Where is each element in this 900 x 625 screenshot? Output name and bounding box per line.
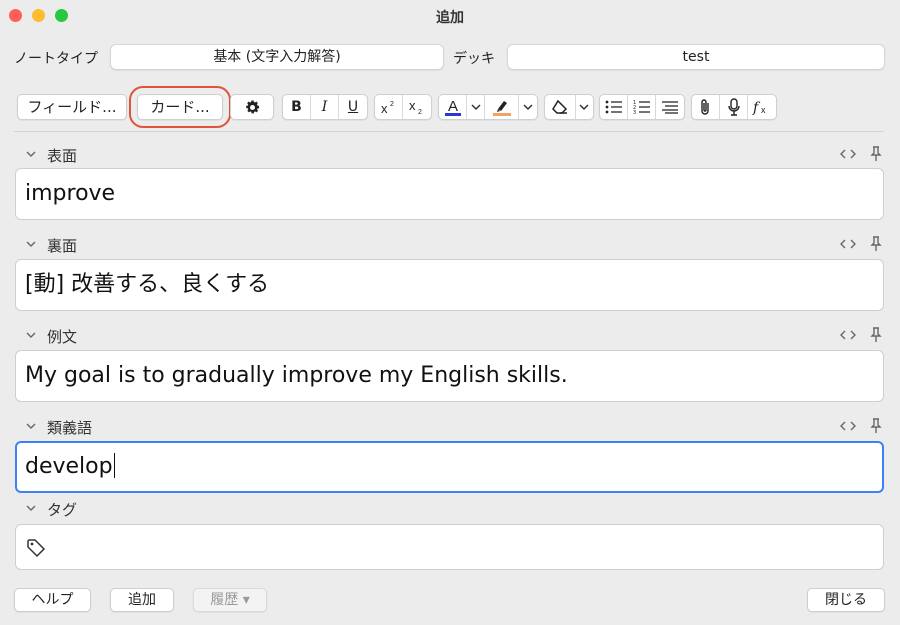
text-caret	[113, 453, 116, 478]
svg-text:f: f	[752, 100, 761, 115]
field-header: 類義語	[24, 417, 884, 437]
highlight-dropdown[interactable]	[519, 95, 537, 119]
svg-text:x: x	[761, 105, 766, 115]
close-button[interactable]: 閉じる	[807, 588, 885, 612]
subscript-icon: x2	[409, 99, 422, 115]
history-button[interactable]: 履歴 ▾	[193, 588, 267, 612]
underline-button[interactable]: U	[339, 95, 367, 119]
text-color-dropdown[interactable]	[467, 95, 485, 119]
add-button[interactable]: 追加	[110, 588, 174, 612]
color-group: A	[438, 94, 538, 120]
field-name: 例文	[47, 328, 78, 346]
align-icon	[662, 101, 678, 114]
bold-button[interactable]: B	[283, 95, 311, 119]
align-button[interactable]	[656, 95, 684, 119]
tag-editor[interactable]	[15, 524, 884, 570]
collapse-chevron-icon[interactable]	[24, 235, 38, 253]
pin-icon[interactable]	[870, 146, 882, 162]
field-actions	[840, 326, 884, 344]
field-editor[interactable]: improve	[15, 168, 884, 220]
svg-text:x: x	[381, 101, 388, 114]
field-name: 裏面	[47, 237, 78, 255]
field-editor-focused[interactable]: develop	[15, 441, 884, 493]
list-group: 123	[599, 94, 685, 120]
window-title: 追加	[436, 10, 464, 26]
eraser-group	[544, 94, 594, 120]
deck-selector[interactable]: test	[507, 44, 885, 70]
deck-label: デッキ	[453, 51, 495, 67]
eraser-dropdown[interactable]	[576, 95, 593, 119]
html-editor-icon[interactable]	[840, 419, 856, 433]
math-button[interactable]: fx	[748, 95, 776, 119]
cards-button-highlight	[129, 86, 231, 128]
html-editor-icon[interactable]	[840, 147, 856, 161]
title-bar: 追加	[0, 0, 900, 32]
pin-icon[interactable]	[870, 236, 882, 252]
superscript-icon: x2	[381, 101, 394, 114]
highlight-button[interactable]	[485, 95, 519, 119]
fields-button[interactable]: フィールド...	[17, 94, 127, 120]
field-editor[interactable]: [動] 改善する、良くする	[15, 259, 884, 311]
numbered-list-button[interactable]: 123	[628, 95, 656, 119]
field-header: 例文	[24, 326, 884, 346]
chevron-down-icon	[523, 104, 533, 111]
superscript-button[interactable]: x2	[375, 95, 404, 119]
attach-button[interactable]	[692, 95, 720, 119]
collapse-chevron-icon[interactable]	[24, 145, 38, 163]
field-actions	[840, 417, 884, 435]
field-name: 類義語	[47, 419, 93, 437]
pin-icon[interactable]	[870, 418, 882, 434]
microphone-icon	[727, 98, 740, 116]
tags-header: タグ	[24, 499, 224, 519]
help-button[interactable]: ヘルプ	[14, 588, 91, 612]
field-editor[interactable]: My goal is to gradually improve my Engli…	[15, 350, 884, 402]
italic-button[interactable]: I	[311, 95, 339, 119]
notetype-selector[interactable]: 基本 (文字入力解答)	[110, 44, 444, 70]
html-editor-icon[interactable]	[840, 328, 856, 342]
toolbar-separator	[14, 131, 884, 132]
collapse-chevron-icon[interactable]	[24, 499, 38, 517]
svg-text:2: 2	[390, 101, 394, 108]
bullet-list-icon	[605, 100, 622, 114]
collapse-chevron-icon[interactable]	[24, 326, 38, 344]
text-color-icon: A	[444, 98, 461, 116]
script-group: x2 x2	[374, 94, 432, 120]
collapse-chevron-icon[interactable]	[24, 417, 38, 435]
gear-icon	[231, 95, 273, 119]
options-button[interactable]	[230, 94, 274, 120]
notetype-label: ノートタイプ	[14, 51, 98, 67]
add-note-window: 追加 ノートタイプ 基本 (文字入力解答) デッキ test フィールド... …	[0, 0, 900, 625]
tags-label: タグ	[47, 501, 78, 519]
chevron-down-icon	[579, 104, 589, 111]
field-actions	[840, 235, 884, 253]
field-actions	[840, 145, 884, 163]
function-icon: fx	[752, 100, 766, 115]
paperclip-icon	[700, 99, 709, 115]
record-audio-button[interactable]	[720, 95, 748, 119]
eraser-icon	[551, 99, 567, 114]
field-header: 裏面	[24, 235, 884, 255]
text-color-button[interactable]: A	[439, 95, 467, 119]
svg-text:x: x	[409, 99, 416, 113]
svg-text:2: 2	[418, 109, 422, 115]
clear-format-button[interactable]	[545, 95, 576, 119]
field-header: 表面	[24, 145, 884, 165]
field-text: develop	[25, 454, 113, 479]
html-editor-icon[interactable]	[840, 237, 856, 251]
field-name: 表面	[47, 147, 78, 165]
format-group: B I U	[282, 94, 368, 120]
tag-icon	[27, 539, 46, 558]
pin-icon[interactable]	[870, 327, 882, 343]
svg-text:A: A	[448, 98, 458, 115]
numbered-list-icon: 123	[633, 100, 650, 114]
highlight-icon	[492, 101, 511, 116]
subscript-button[interactable]: x2	[403, 95, 431, 119]
bullet-list-button[interactable]	[600, 95, 628, 119]
svg-text:3: 3	[633, 110, 636, 114]
chevron-down-icon	[470, 104, 481, 111]
media-group: fx	[691, 94, 777, 120]
